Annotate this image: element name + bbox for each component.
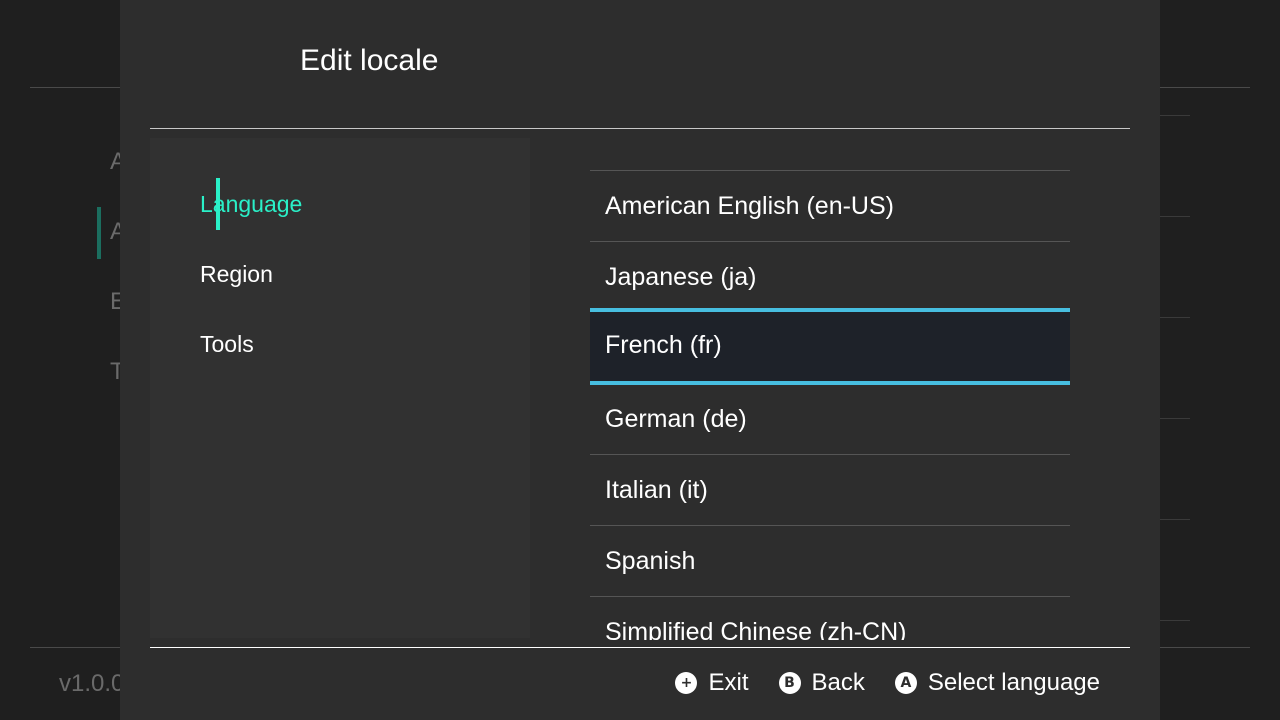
- language-option[interactable]: Spanish: [590, 525, 1070, 596]
- background-row-line: [1160, 620, 1190, 621]
- language-option[interactable]: Italian (it): [590, 454, 1070, 525]
- nav-item-language[interactable]: Language: [200, 178, 480, 230]
- a-button-icon: A: [894, 672, 917, 694]
- edit-locale-dialog: Edit locale Language Region Tools Americ…: [120, 0, 1160, 720]
- language-list: American English (en-US) Japanese (ja) G…: [590, 138, 1070, 640]
- title-divider: [150, 128, 1130, 129]
- background-row-line: [1160, 216, 1190, 217]
- back-label: Back: [811, 669, 865, 696]
- exit-label: Exit: [708, 669, 749, 696]
- button-hints: + Exit B Back A Select language: [675, 666, 1100, 700]
- background-row-line: [1160, 519, 1190, 520]
- select-hint[interactable]: A Select language: [894, 669, 1100, 697]
- language-option[interactable]: German (de): [590, 383, 1070, 454]
- footer-divider: [150, 647, 1130, 648]
- b-button-icon: B: [778, 672, 801, 694]
- version-label: v1.0.0: [59, 670, 125, 697]
- background-selection-indicator: [97, 207, 101, 259]
- background-row-line: [1160, 115, 1190, 116]
- select-label: Select language: [927, 669, 1100, 696]
- background-row-line: [1160, 418, 1190, 419]
- plus-button-icon: +: [675, 672, 698, 694]
- dialog-title: Edit locale: [300, 44, 439, 77]
- language-option-selected[interactable]: French (fr): [590, 308, 1070, 385]
- exit-hint[interactable]: + Exit: [675, 669, 749, 697]
- nav-item-tools[interactable]: Tools: [200, 318, 480, 370]
- language-option[interactable]: Japanese (ja): [590, 241, 1070, 312]
- language-option[interactable]: Simplified Chinese (zh-CN): [590, 596, 1070, 640]
- nav-item-region[interactable]: Region: [200, 248, 480, 300]
- background-row-line: [1160, 317, 1190, 318]
- language-option[interactable]: American English (en-US): [590, 170, 1070, 241]
- back-hint[interactable]: B Back: [778, 669, 865, 697]
